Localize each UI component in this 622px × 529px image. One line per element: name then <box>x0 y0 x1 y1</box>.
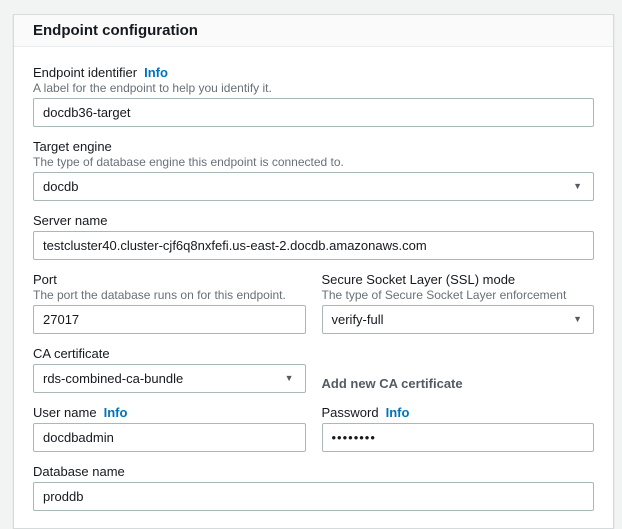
card-body: Endpoint identifier Info A label for the … <box>14 47 613 528</box>
ca-certificate-select[interactable]: rds-combined-ca-bundle ▼ <box>33 364 306 393</box>
target-engine-selected-value: docdb <box>43 179 78 194</box>
ca-certificate-field: CA certificate rds-combined-ca-bundle ▼ <box>33 346 306 393</box>
password-field: Password Info <box>322 405 595 452</box>
target-engine-description: The type of database engine this endpoin… <box>33 155 594 169</box>
endpoint-identifier-info-link[interactable]: Info <box>144 65 168 80</box>
ssl-mode-field: Secure Socket Layer (SSL) mode The type … <box>322 272 595 334</box>
ssl-mode-description: The type of Secure Socket Layer enforcem… <box>322 288 595 302</box>
dropdown-arrow-icon: ▼ <box>573 182 582 191</box>
page-background: { "card": { "title": "Endpoint configura… <box>0 0 622 525</box>
port-description: The port the database runs on for this e… <box>33 288 306 302</box>
database-name-label: Database name <box>33 464 594 479</box>
port-label: Port <box>33 272 306 287</box>
endpoint-configuration-card: Endpoint configuration Endpoint identifi… <box>13 14 614 529</box>
port-field: Port The port the database runs on for t… <box>33 272 306 334</box>
user-name-input[interactable] <box>33 423 306 452</box>
target-engine-label: Target engine <box>33 139 594 154</box>
database-name-field: Database name <box>33 464 594 511</box>
server-name-input[interactable] <box>33 231 594 260</box>
ca-certificate-row: CA certificate rds-combined-ca-bundle ▼ … <box>33 346 594 393</box>
user-name-field: User name Info <box>33 405 306 452</box>
endpoint-identifier-input[interactable] <box>33 98 594 127</box>
endpoint-identifier-field: Endpoint identifier Info A label for the … <box>33 65 594 127</box>
database-name-input[interactable] <box>33 482 594 511</box>
password-label-row: Password Info <box>322 405 595 420</box>
target-engine-field: Target engine The type of database engin… <box>33 139 594 201</box>
credentials-row: User name Info Password Info <box>33 405 594 452</box>
user-name-label: User name <box>33 405 97 420</box>
card-title: Endpoint configuration <box>33 21 594 40</box>
target-engine-select[interactable]: docdb ▼ <box>33 172 594 201</box>
password-input[interactable] <box>322 423 595 452</box>
dropdown-arrow-icon: ▼ <box>573 315 582 324</box>
ssl-mode-label: Secure Socket Layer (SSL) mode <box>322 272 595 287</box>
ca-certificate-selected-value: rds-combined-ca-bundle <box>43 371 183 386</box>
endpoint-identifier-description: A label for the endpoint to help you ide… <box>33 81 594 95</box>
ssl-mode-selected-value: verify-full <box>332 312 384 327</box>
server-name-label: Server name <box>33 213 594 228</box>
dropdown-arrow-icon: ▼ <box>285 374 294 383</box>
add-new-ca-certificate-button[interactable]: Add new CA certificate <box>322 376 595 391</box>
card-header: Endpoint configuration <box>14 15 613 47</box>
port-input[interactable] <box>33 305 306 334</box>
ssl-mode-select[interactable]: verify-full ▼ <box>322 305 595 334</box>
user-name-label-row: User name Info <box>33 405 306 420</box>
server-name-field: Server name <box>33 213 594 260</box>
password-label: Password <box>322 405 379 420</box>
endpoint-identifier-label-row: Endpoint identifier Info <box>33 65 594 80</box>
user-name-info-link[interactable]: Info <box>104 405 128 420</box>
endpoint-identifier-label: Endpoint identifier <box>33 65 137 80</box>
ca-certificate-label: CA certificate <box>33 346 306 361</box>
port-ssl-row: Port The port the database runs on for t… <box>33 272 594 334</box>
ca-certificate-action-col: Add new CA certificate <box>322 346 595 393</box>
password-info-link[interactable]: Info <box>386 405 410 420</box>
